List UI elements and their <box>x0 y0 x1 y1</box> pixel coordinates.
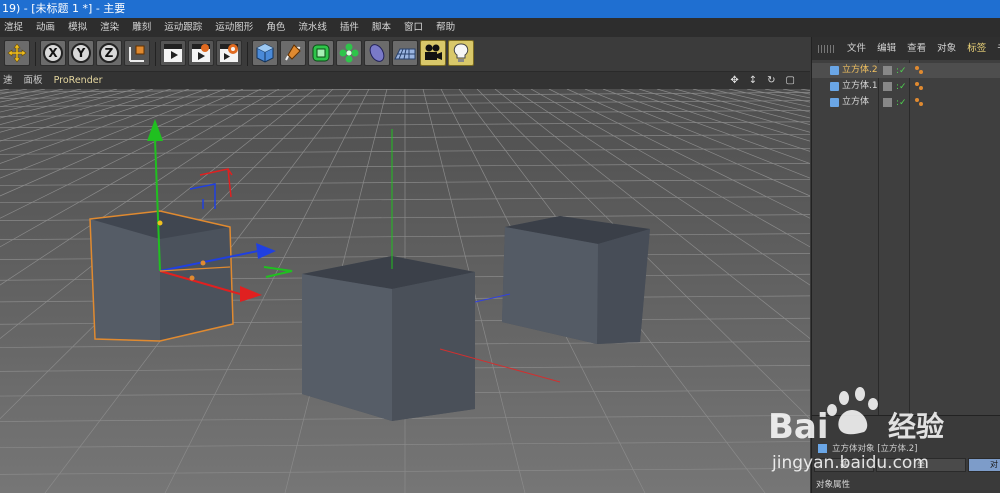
visibility-check-icon[interactable]: :✓ <box>896 96 907 111</box>
viewport-menu-panel[interactable]: 面板 <box>21 72 48 89</box>
viewport-menu-prorender[interactable]: ProRender <box>51 72 108 89</box>
window-title: 19) - [未标题 1 *] - 主要 <box>0 0 1000 18</box>
3d-viewport[interactable] <box>0 89 810 493</box>
tab-coord[interactable]: 坐 <box>876 458 966 472</box>
tag-icon[interactable] <box>914 81 924 91</box>
layer-icon[interactable] <box>883 66 892 75</box>
object-row[interactable]: 立方体.2 :✓ <box>812 63 1000 78</box>
tag-icon[interactable] <box>914 97 924 107</box>
objects-menu-view[interactable]: 查看 <box>903 37 930 60</box>
mograph-cloner-icon <box>339 43 359 63</box>
object-row[interactable]: 立方体 :✓ <box>812 95 1000 110</box>
attributes-object-label: 立方体对象 [立方体.2] <box>832 444 918 454</box>
scene-canvas[interactable] <box>0 89 810 493</box>
menu-item-character[interactable]: 角色 <box>262 18 291 37</box>
objects-menu-bookmarks[interactable]: 书签 <box>993 37 1000 60</box>
layer-icon[interactable] <box>883 98 892 107</box>
axis-z-icon: Z <box>99 43 119 63</box>
tab-object[interactable]: 对 <box>968 458 1000 472</box>
objects-manager: 文件 编辑 查看 对象 标签 书签 立方体.2 :✓ 立方体.1 :✓ 立方体 … <box>811 37 1000 493</box>
deformer-button[interactable] <box>364 40 390 66</box>
cube-object-button[interactable] <box>252 40 278 66</box>
menu-item-plugins[interactable]: 插件 <box>336 18 365 37</box>
zoom-icon[interactable]: ↕ <box>746 72 764 89</box>
cube-object[interactable] <box>502 216 650 344</box>
menu-item-mograph[interactable]: 运动图形 <box>211 18 259 37</box>
render-settings-button[interactable] <box>216 40 242 66</box>
tab-basic[interactable]: 基 <box>814 458 874 472</box>
light-object-button[interactable] <box>448 40 474 66</box>
objects-menu-file[interactable]: 文件 <box>843 37 870 60</box>
render-settings-icon <box>220 44 238 62</box>
subdivision-icon <box>312 44 330 62</box>
viewport-menu-display[interactable]: 速 <box>0 72 18 89</box>
axis-y-icon: Y <box>71 43 91 63</box>
attributes-tabs: 基 坐 对 <box>812 458 1000 472</box>
main-menu: 渲捉 动画 模拟 渲染 雕刻 运动跟踪 运动图形 角色 流水线 插件 脚本 窗口… <box>0 18 1000 37</box>
pan-icon[interactable]: ✥ <box>727 72 745 89</box>
cube-icon <box>256 43 274 63</box>
main-toolbar: X Y Z <box>0 37 810 72</box>
menu-item-help[interactable]: 帮助 <box>432 18 461 37</box>
cube-icon <box>830 82 839 91</box>
menu-item-window[interactable]: 窗口 <box>400 18 429 37</box>
move-icon <box>7 43 27 63</box>
maximize-icon[interactable]: ▢ <box>783 72 802 89</box>
menu-item-animation[interactable]: 动画 <box>32 18 61 37</box>
attributes-object-info: 立方体对象 [立方体.2] <box>818 442 917 454</box>
floor-icon <box>394 48 416 60</box>
coord-system-icon <box>129 45 145 62</box>
mograph-cloner-button[interactable] <box>336 40 362 66</box>
menu-item-motion-tracking[interactable]: 运动跟踪 <box>160 18 208 37</box>
tag-icon[interactable] <box>914 65 924 75</box>
menu-item-simulate[interactable]: 模拟 <box>64 18 93 37</box>
cube-icon <box>818 444 827 453</box>
camera-object-button[interactable] <box>420 40 446 66</box>
attributes-header <box>812 415 1000 438</box>
objects-menu-edit[interactable]: 编辑 <box>873 37 900 60</box>
pen-spline-button[interactable] <box>280 40 306 66</box>
visibility-check-icon[interactable]: :✓ <box>896 64 907 79</box>
render-view-button[interactable] <box>160 40 186 66</box>
cube-icon <box>830 98 839 107</box>
objects-menu: 文件 编辑 查看 对象 标签 书签 <box>812 37 1000 60</box>
object-name: 立方体.1 <box>842 81 878 91</box>
subdivision-surface-button[interactable] <box>308 40 334 66</box>
object-row[interactable]: 立方体.1 :✓ <box>812 79 1000 94</box>
axis-x-button[interactable]: X <box>40 40 66 66</box>
menu-item-script[interactable]: 脚本 <box>368 18 397 37</box>
menu-item-pipeline[interactable]: 流水线 <box>294 18 333 37</box>
cube-object-1[interactable] <box>302 256 475 421</box>
axis-z-button[interactable]: Z <box>96 40 122 66</box>
coordinate-system-button[interactable] <box>124 40 150 66</box>
pen-icon <box>285 44 301 61</box>
menu-item-capture[interactable]: 渲捉 <box>0 18 29 37</box>
move-button[interactable] <box>4 40 30 66</box>
render-view-icon <box>164 44 182 62</box>
render-picture-viewer-button[interactable] <box>188 40 214 66</box>
menu-item-sculpt[interactable]: 雕刻 <box>128 18 157 37</box>
rotate-icon[interactable]: ↻ <box>764 72 782 89</box>
object-name: 立方体.2 <box>842 65 878 75</box>
objects-menu-objects[interactable]: 对象 <box>933 37 960 60</box>
light-icon <box>453 43 469 62</box>
cube-object-2[interactable] <box>89 210 234 342</box>
grip-icon[interactable] <box>818 44 834 53</box>
viewport-nav-controls[interactable]: ✥ ↕ ↻ ▢ <box>727 72 802 89</box>
visibility-check-icon[interactable]: :✓ <box>896 80 907 95</box>
object-name: 立方体 <box>842 97 870 107</box>
object-properties-label: 对象属性 <box>816 480 851 490</box>
axis-y-button[interactable]: Y <box>68 40 94 66</box>
object-list[interactable]: 立方体.2 :✓ 立方体.1 :✓ 立方体 :✓ <box>812 60 1000 415</box>
axis-x-icon: X <box>43 43 63 63</box>
render-picture-viewer-icon <box>192 44 210 62</box>
cube-icon <box>830 66 839 75</box>
layer-icon[interactable] <box>883 82 892 91</box>
objects-menu-tags[interactable]: 标签 <box>963 37 990 60</box>
camera-icon <box>425 44 442 60</box>
deformer-icon <box>369 44 385 62</box>
viewport-menu: 速 面板 ProRender ✥ ↕ ↻ ▢ <box>0 72 810 89</box>
menu-item-render[interactable]: 渲染 <box>96 18 125 37</box>
floor-object-button[interactable] <box>392 40 418 66</box>
